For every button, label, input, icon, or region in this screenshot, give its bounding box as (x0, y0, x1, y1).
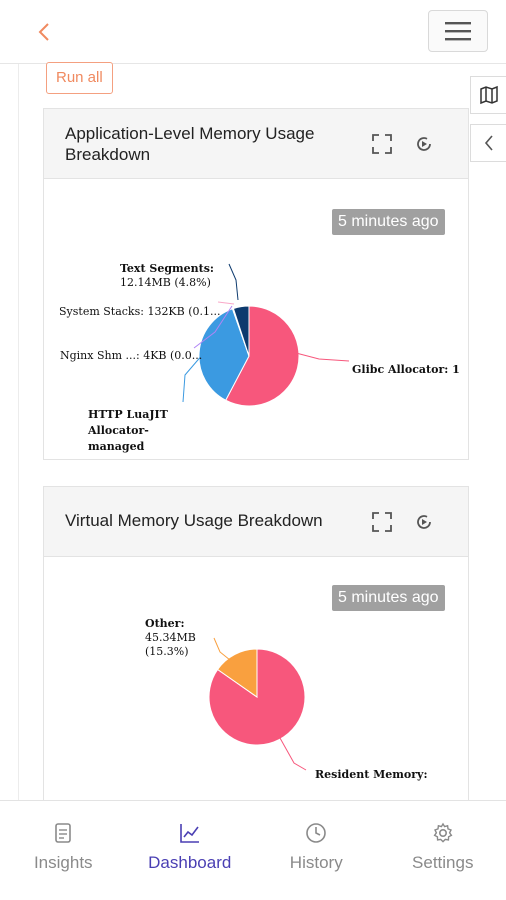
app-memory-pie-chart: Text Segments: 12.14MB (4.8%) System Sta… (59, 262, 460, 453)
pie-slices (198, 305, 300, 407)
nav-label: Insights (33, 853, 93, 872)
nav-label: History (289, 853, 343, 872)
virtual-memory-pie-chart: Other: 45.34MB (15.3%) Resident Memory: (145, 617, 428, 781)
refresh-button[interactable] (411, 509, 437, 535)
luajit-label-line-1: HTTP LuaJIT (88, 408, 169, 421)
nav-insights[interactable]: Insights (0, 801, 127, 900)
text-segments-leader-line (228, 263, 239, 301)
other-label: Other: (145, 617, 185, 630)
fullscreen-icon (372, 512, 392, 532)
app-memory-card: Application-Level Memory Usage Breakdown… (43, 108, 469, 460)
clock-icon (304, 821, 328, 845)
pie-slices (208, 648, 306, 746)
line-chart-icon (178, 821, 202, 845)
card-title: Virtual Memory Usage Breakdown (65, 511, 323, 530)
back-button[interactable] (30, 16, 58, 48)
other-value: 45.34MB (145, 631, 196, 644)
bottom-nav: Insights Dashboard History Settings (0, 800, 506, 900)
other-leader-line (213, 637, 231, 661)
nav-label: Settings (412, 853, 474, 872)
system-stacks-label: System Stacks: 132KB (0.1... (59, 305, 221, 318)
luajit-label-line-2: Allocator- (87, 424, 149, 437)
side-panel-collapse-button[interactable] (470, 124, 506, 162)
nginx-shm-label: Nginx Shm ...: 4KB (0.0... (60, 349, 202, 362)
refresh-icon (417, 515, 431, 529)
card-header: Virtual Memory Usage Breakdown (44, 487, 468, 557)
resident-memory-label: Resident Memory: (315, 768, 428, 781)
refresh-icon (417, 137, 431, 151)
hamburger-menu-icon (445, 22, 471, 41)
nav-history[interactable]: History (253, 801, 380, 900)
resident-leader-line (279, 737, 307, 771)
menu-button[interactable] (428, 10, 488, 52)
run-all-button[interactable]: Run all (46, 62, 113, 94)
text-segments-label: Text Segments: (120, 262, 214, 275)
text-segments-value: 12.14MB (4.8%) (120, 276, 211, 289)
fullscreen-button[interactable] (369, 509, 395, 535)
virtual-memory-card: Virtual Memory Usage Breakdown 5 minutes… (43, 486, 469, 806)
chevron-left-icon (484, 135, 493, 151)
refresh-button[interactable] (411, 131, 437, 157)
card-title: Application-Level Memory Usage Breakdown (65, 124, 315, 164)
chevron-left-icon (38, 23, 49, 41)
nav-dashboard[interactable]: Dashboard (127, 801, 254, 900)
top-bar (0, 0, 506, 64)
nav-settings[interactable]: Settings (380, 801, 506, 900)
glibc-allocator-label: Glibc Allocator: 1 (352, 363, 460, 376)
nav-label: Dashboard (148, 853, 232, 872)
card-header: Application-Level Memory Usage Breakdown (44, 109, 468, 179)
luajit-label-line-3: managed (88, 440, 145, 453)
glibc-leader-line (295, 352, 350, 362)
document-icon (51, 821, 75, 845)
map-toggle-button[interactable] (470, 76, 506, 114)
stacks-leader-line (217, 301, 235, 305)
map-icon (479, 85, 498, 105)
fullscreen-button[interactable] (369, 131, 395, 157)
fullscreen-icon (372, 134, 392, 154)
other-percent: (15.3%) (145, 645, 189, 658)
gear-icon (431, 821, 455, 845)
